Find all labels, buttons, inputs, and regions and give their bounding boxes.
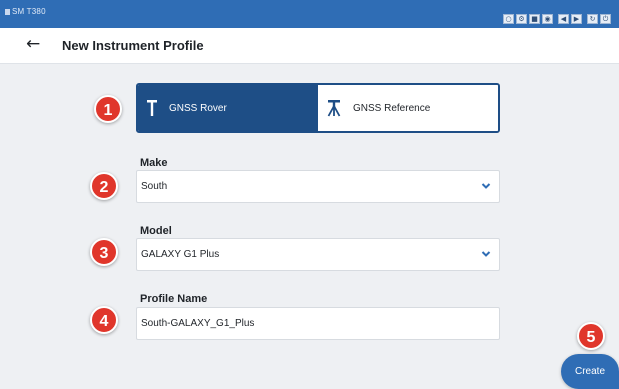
app-header: ← New Instrument Profile xyxy=(0,28,619,64)
volume-down-icon[interactable]: ◀ xyxy=(558,14,569,24)
system-icons: ○ ⚙ ■ ◉ ◀ ▶ ↻ ⏻ xyxy=(503,14,611,24)
volume-up-icon[interactable]: ▶ xyxy=(571,14,582,24)
rover-pole-icon xyxy=(147,100,157,116)
gnss-rover-option[interactable]: GNSS Rover xyxy=(138,85,318,131)
model-select[interactable]: GALAXY G1 Plus xyxy=(136,238,500,271)
arrow-left-icon[interactable]: ← xyxy=(26,34,40,54)
page-title: New Instrument Profile xyxy=(62,38,204,53)
model-label: Model xyxy=(140,225,172,237)
record-icon[interactable]: ■ xyxy=(529,14,540,24)
step-badge-5: 5 xyxy=(577,322,605,350)
gnss-reference-option[interactable]: GNSS Reference xyxy=(318,85,498,131)
step-badge-3: 3 xyxy=(90,238,118,266)
step-badge-2: 2 xyxy=(90,172,118,200)
gnss-reference-label: GNSS Reference xyxy=(353,102,431,114)
settings-icon[interactable]: ⚙ xyxy=(516,14,527,24)
profile-name-label: Profile Name xyxy=(140,293,208,305)
tripod-icon xyxy=(327,100,341,117)
system-status-bar: SM T380 ○ ⚙ ■ ◉ ◀ ▶ ↻ ⏻ xyxy=(0,0,619,28)
make-select[interactable]: South xyxy=(136,170,500,203)
rotate-icon[interactable]: ↻ xyxy=(587,14,598,24)
step-badge-4: 4 xyxy=(90,306,118,334)
headset-icon[interactable]: ○ xyxy=(503,14,514,24)
make-value: South xyxy=(141,181,168,192)
create-button[interactable]: Create xyxy=(561,354,619,389)
step-badge-1: 1 xyxy=(94,95,122,123)
instrument-type-toggle: GNSS Rover GNSS Reference xyxy=(136,83,500,133)
model-value: GALAXY G1 Plus xyxy=(141,249,220,260)
profile-name-input[interactable] xyxy=(136,307,500,340)
device-name: SM T380 xyxy=(5,7,46,16)
power-icon[interactable]: ⏻ xyxy=(600,14,611,24)
make-label: Make xyxy=(140,157,168,169)
camera-icon[interactable]: ◉ xyxy=(542,14,553,24)
chevron-down-icon xyxy=(481,183,491,189)
gnss-rover-label: GNSS Rover xyxy=(169,102,227,114)
chevron-down-icon xyxy=(481,251,491,257)
